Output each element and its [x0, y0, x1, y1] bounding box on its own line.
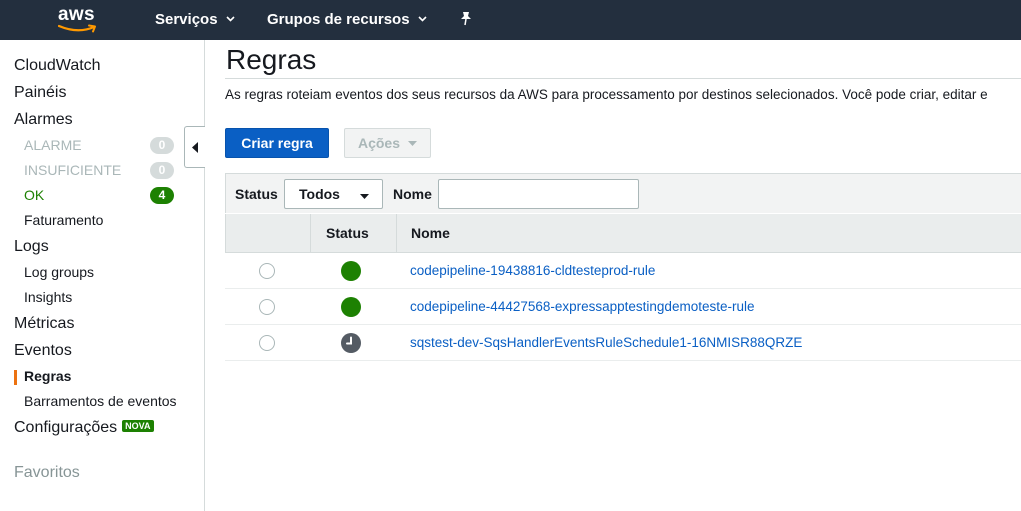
resource-groups-menu[interactable]: Grupos de recursos	[267, 11, 427, 28]
status-filter-label: Status	[235, 186, 278, 202]
services-label: Serviços	[155, 11, 218, 28]
top-navigation-bar: aws Serviços Grupos de recursos	[0, 0, 1021, 40]
filter-bar: Status Todos Nome	[225, 173, 1021, 213]
aws-logo[interactable]: aws	[58, 4, 102, 34]
services-menu[interactable]: Serviços	[155, 11, 235, 28]
caret-left-icon	[191, 141, 198, 153]
table-header: Status Nome	[225, 214, 1021, 253]
sidebar-item-favorites[interactable]: Favoritos	[14, 464, 80, 482]
column-divider	[396, 214, 397, 252]
actions-label: Ações	[357, 135, 401, 151]
sidebar-item-rules[interactable]: Regras	[24, 368, 71, 384]
status-enabled-icon	[341, 261, 361, 281]
status-filter-select[interactable]: Todos	[284, 179, 383, 209]
sidebar-item-ok[interactable]: OK	[24, 187, 44, 203]
name-filter-input[interactable]	[438, 179, 639, 209]
sidebar-item-log-groups[interactable]: Log groups	[24, 264, 94, 280]
active-item-indicator	[14, 370, 17, 385]
sidebar-item-settings-label: Configurações	[14, 419, 118, 436]
pin-icon[interactable]	[459, 11, 473, 32]
new-badge: NOVA	[122, 420, 154, 432]
aws-smile-icon	[58, 24, 96, 33]
chevron-down-icon	[225, 14, 235, 25]
rule-name-link[interactable]: sqstest-dev-SqsHandlerEventsRuleSchedule…	[410, 335, 802, 350]
rule-name-link[interactable]: codepipeline-19438816-cldtesteprod-rule	[410, 263, 655, 278]
caret-down-icon	[408, 138, 418, 148]
sidebar-item-billing[interactable]: Faturamento	[24, 212, 103, 228]
table-row[interactable]: codepipeline-44427568-expressapptestingd…	[225, 289, 1021, 325]
sidebar-item-insufficient[interactable]: INSUFICIENTE	[24, 162, 121, 178]
row-select-radio[interactable]	[259, 299, 275, 315]
sidebar-item-cloudwatch[interactable]: CloudWatch	[14, 57, 101, 75]
sidebar-item-alarms[interactable]: Alarmes	[14, 111, 73, 129]
name-filter-label: Nome	[393, 186, 432, 202]
title-divider	[225, 78, 1021, 79]
ok-count-badge: 4	[150, 187, 174, 204]
page-title: Regras	[226, 44, 317, 75]
resource-groups-label: Grupos de recursos	[267, 11, 410, 28]
table-row[interactable]: codepipeline-19438816-cldtesteprod-rule	[225, 253, 1021, 289]
insufficient-count-badge: 0	[150, 162, 174, 179]
status-filter-value: Todos	[299, 186, 340, 202]
main-content: Regras As regras roteiam eventos dos seu…	[205, 40, 1021, 511]
column-header-name[interactable]: Nome	[411, 225, 450, 241]
aws-logo-text: aws	[58, 4, 95, 25]
status-scheduled-icon	[341, 333, 361, 353]
status-enabled-icon	[341, 297, 361, 317]
sidebar-collapse-button[interactable]	[184, 126, 205, 168]
column-header-status[interactable]: Status	[326, 225, 369, 241]
row-select-radio[interactable]	[259, 335, 275, 351]
alarm-count-badge: 0	[150, 137, 174, 154]
sidebar: CloudWatch Painéis Alarmes ALARME 0 INSU…	[0, 40, 205, 511]
sidebar-item-events[interactable]: Eventos	[14, 342, 72, 360]
caret-down-icon	[360, 191, 369, 201]
create-rule-button[interactable]: Criar regra	[225, 128, 329, 158]
row-select-radio[interactable]	[259, 263, 275, 279]
sidebar-item-alarm[interactable]: ALARME	[24, 137, 82, 153]
table-row[interactable]: sqstest-dev-SqsHandlerEventsRuleSchedule…	[225, 325, 1021, 361]
column-divider	[310, 214, 311, 252]
sidebar-item-settings[interactable]: Configurações NOVA	[14, 419, 154, 437]
rule-name-link[interactable]: codepipeline-44427568-expressapptestingd…	[410, 299, 754, 314]
chevron-down-icon	[417, 14, 427, 25]
sidebar-item-insights[interactable]: Insights	[24, 289, 72, 305]
sidebar-item-dashboards[interactable]: Painéis	[14, 84, 66, 102]
page-description: As regras roteiam eventos dos seus recur…	[225, 87, 988, 102]
sidebar-item-logs[interactable]: Logs	[14, 238, 49, 256]
sidebar-item-event-buses[interactable]: Barramentos de eventos	[24, 393, 177, 409]
sidebar-item-metrics[interactable]: Métricas	[14, 315, 74, 333]
actions-button[interactable]: Ações	[344, 128, 431, 158]
